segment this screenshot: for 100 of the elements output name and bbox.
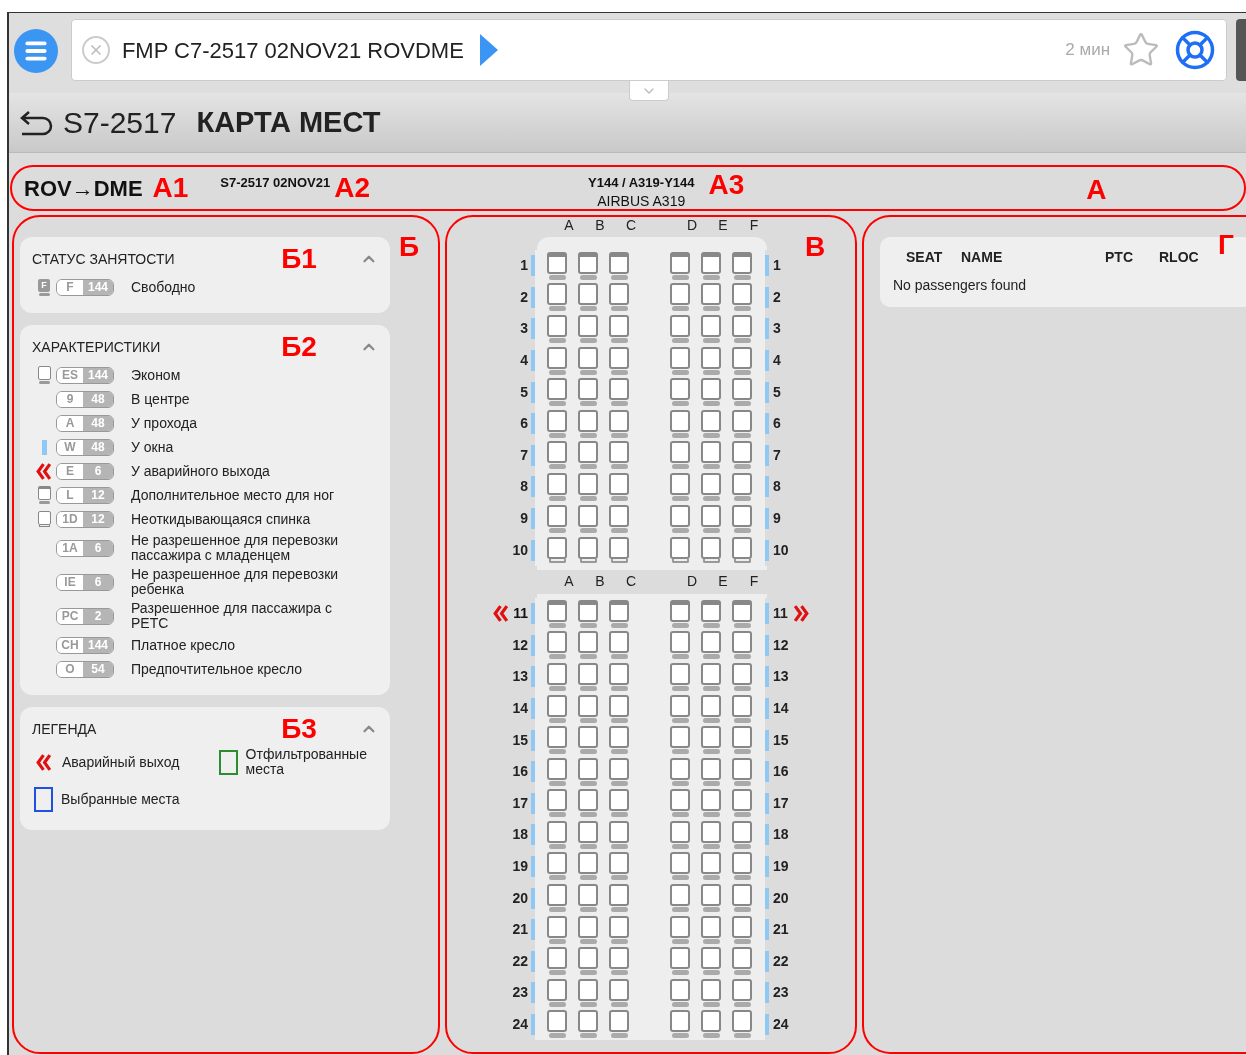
- play-icon[interactable]: [479, 34, 498, 66]
- seat[interactable]: [578, 378, 598, 407]
- seat[interactable]: [547, 947, 567, 976]
- seat[interactable]: [578, 789, 598, 818]
- seat[interactable]: [701, 789, 721, 818]
- seat[interactable]: [547, 789, 567, 818]
- seat[interactable]: [701, 441, 721, 470]
- seat[interactable]: [609, 726, 629, 755]
- seat[interactable]: [670, 820, 690, 849]
- seat[interactable]: [609, 1010, 629, 1039]
- seat[interactable]: [732, 504, 752, 533]
- seat[interactable]: [732, 789, 752, 818]
- seat[interactable]: [670, 947, 690, 976]
- seat[interactable]: [547, 472, 567, 501]
- seat[interactable]: [670, 915, 690, 944]
- seat[interactable]: [547, 504, 567, 533]
- seat[interactable]: [701, 283, 721, 312]
- seat[interactable]: [701, 662, 721, 691]
- seat[interactable]: [732, 915, 752, 944]
- seat[interactable]: [547, 378, 567, 407]
- seat[interactable]: [547, 662, 567, 691]
- seat[interactable]: [578, 757, 598, 786]
- seat[interactable]: [609, 947, 629, 976]
- seat[interactable]: [670, 537, 690, 564]
- seat[interactable]: [732, 537, 752, 564]
- seat[interactable]: [701, 251, 721, 280]
- seat[interactable]: [609, 504, 629, 533]
- seat[interactable]: [670, 726, 690, 755]
- seat[interactable]: [701, 631, 721, 660]
- seat[interactable]: [578, 441, 598, 470]
- seat[interactable]: [670, 378, 690, 407]
- seat[interactable]: [701, 599, 721, 628]
- seat[interactable]: [547, 346, 567, 375]
- filter-label[interactable]: Разрешенное для пассажира с PETC: [131, 601, 361, 631]
- seat[interactable]: [578, 726, 598, 755]
- seat[interactable]: [578, 852, 598, 881]
- seat[interactable]: [670, 283, 690, 312]
- seat[interactable]: [547, 978, 567, 1007]
- seat[interactable]: [732, 409, 752, 438]
- seat[interactable]: [547, 599, 567, 628]
- filter-label[interactable]: Эконом: [131, 367, 361, 383]
- seat[interactable]: [578, 409, 598, 438]
- seat[interactable]: [701, 915, 721, 944]
- seat[interactable]: [547, 537, 567, 564]
- seat[interactable]: [609, 378, 629, 407]
- seat[interactable]: [609, 757, 629, 786]
- seat[interactable]: [670, 599, 690, 628]
- seat[interactable]: [732, 757, 752, 786]
- seat[interactable]: [670, 631, 690, 660]
- seat[interactable]: [701, 472, 721, 501]
- seat[interactable]: [701, 726, 721, 755]
- seat[interactable]: [701, 694, 721, 723]
- seat[interactable]: [670, 694, 690, 723]
- filter-label[interactable]: У прохода: [131, 415, 361, 431]
- seat[interactable]: [701, 1010, 721, 1039]
- seat[interactable]: [578, 947, 598, 976]
- seat[interactable]: [609, 915, 629, 944]
- filter-label[interactable]: Предпочтительное кресло: [131, 661, 361, 677]
- seat[interactable]: [701, 757, 721, 786]
- seat[interactable]: [578, 978, 598, 1007]
- seat[interactable]: [578, 662, 598, 691]
- seat[interactable]: [609, 662, 629, 691]
- seat[interactable]: [609, 694, 629, 723]
- seat[interactable]: [670, 789, 690, 818]
- seat[interactable]: [609, 315, 629, 343]
- seat[interactable]: [732, 346, 752, 375]
- seat[interactable]: [609, 978, 629, 1007]
- seat[interactable]: [547, 726, 567, 755]
- seat[interactable]: [578, 1010, 598, 1039]
- seat[interactable]: [732, 1010, 752, 1039]
- back-icon[interactable]: [19, 109, 53, 136]
- seat[interactable]: [609, 537, 629, 564]
- seat[interactable]: [732, 599, 752, 628]
- seat[interactable]: [670, 315, 690, 343]
- seat[interactable]: [547, 283, 567, 312]
- seat[interactable]: [732, 315, 752, 343]
- seat[interactable]: [578, 631, 598, 660]
- seat[interactable]: [609, 441, 629, 470]
- seat[interactable]: [547, 820, 567, 849]
- seat[interactable]: [547, 915, 567, 944]
- seat[interactable]: [732, 978, 752, 1007]
- seat[interactable]: [701, 978, 721, 1007]
- seat[interactable]: [670, 662, 690, 691]
- filter-label[interactable]: Свободно: [131, 279, 361, 295]
- seat[interactable]: [578, 251, 598, 280]
- seat[interactable]: [547, 884, 567, 913]
- seat[interactable]: [578, 283, 598, 312]
- filter-label[interactable]: Не разрешенное для перевозки ребенка: [131, 567, 361, 597]
- seat[interactable]: [547, 1010, 567, 1039]
- seat[interactable]: [609, 409, 629, 438]
- seat[interactable]: [732, 884, 752, 913]
- seat[interactable]: [547, 852, 567, 881]
- seat[interactable]: [732, 441, 752, 470]
- seat[interactable]: [609, 472, 629, 501]
- seat[interactable]: [670, 978, 690, 1007]
- menu-button[interactable]: [14, 29, 58, 73]
- seat[interactable]: [609, 283, 629, 312]
- seat[interactable]: [547, 694, 567, 723]
- seat[interactable]: [701, 504, 721, 533]
- command-field[interactable]: FMP C7-2517 02NOV21 ROVDME 2 мин: [70, 19, 1227, 81]
